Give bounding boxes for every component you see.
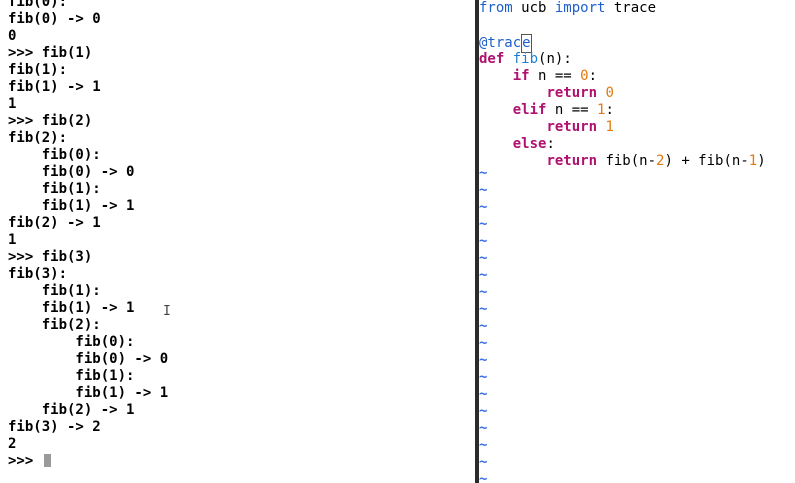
editor-line-return-0: return 0: [546, 85, 614, 101]
empty-line-tilde: ~: [479, 352, 488, 368]
empty-line-tilde: ~: [479, 471, 488, 483]
terminal-input-line: >>> fib(1): [8, 45, 93, 61]
terminal-output-line: fib(1):: [8, 62, 68, 78]
empty-line-tilde: ~: [479, 165, 488, 181]
empty-line-tilde: ~: [479, 335, 488, 351]
terminal-output-line: fib(0) -> 0: [8, 11, 101, 27]
editor-line-return-recursive: return fib(n-2) + fib(n-1): [546, 153, 766, 169]
terminal-output-line: fib(1):: [8, 181, 101, 197]
terminal-output-line: 0: [8, 28, 17, 44]
terminal-output-line: fib(0):: [8, 0, 68, 10]
terminal-output-line: fib(1) -> 1: [8, 300, 135, 316]
terminal-output-line: fib(2):: [8, 130, 68, 146]
empty-line-tilde: ~: [479, 420, 488, 436]
empty-line-tilde: ~: [479, 454, 488, 470]
terminal-input-line: >>> fib(3): [8, 249, 93, 265]
terminal-output-line: fib(0) -> 0: [8, 351, 169, 367]
empty-line-tilde: ~: [479, 216, 488, 232]
empty-line-tilde: ~: [479, 284, 488, 300]
empty-line-tilde: ~: [479, 437, 488, 453]
empty-line-tilde: ~: [479, 369, 488, 385]
editor-line-import: from ucb import trace: [479, 0, 657, 16]
terminal-output-line: fib(0) -> 0: [8, 164, 135, 180]
empty-line-tilde: ~: [479, 403, 488, 419]
terminal-output-line: fib(3):: [8, 266, 68, 282]
terminal-output-line: fib(1):: [8, 283, 101, 299]
terminal-output-line: fib(2) -> 1: [8, 402, 135, 418]
terminal-cursor: [43, 454, 51, 467]
editor-line-elif: elif n == 1:: [512, 102, 614, 118]
terminal-output-line: fib(3) -> 2: [8, 419, 101, 435]
editor-line-if: if n == 0:: [512, 68, 598, 84]
terminal-output-line: 1: [8, 232, 17, 248]
terminal-output-line: fib(1) -> 1: [8, 198, 135, 214]
empty-line-tilde: ~: [479, 318, 488, 334]
empty-line-tilde: ~: [479, 182, 488, 198]
empty-line-tilde: ~: [479, 233, 488, 249]
terminal-output-line: fib(1):: [8, 368, 135, 384]
editor-line-return-1: return 1: [546, 119, 614, 135]
empty-line-tilde: ~: [479, 386, 488, 402]
empty-line-tilde: ~: [479, 267, 488, 283]
prompt-text: >>>: [8, 453, 42, 469]
terminal-input-line: >>> fib(2): [8, 113, 93, 129]
empty-line-tilde: ~: [479, 199, 488, 215]
editor-line-decorator: @trace: [479, 34, 532, 53]
terminal-output-line: fib(1) -> 1: [8, 385, 169, 401]
text-cursor-icon: I: [163, 304, 171, 319]
terminal-prompt[interactable]: >>>: [8, 453, 51, 470]
terminal-output-line: 1: [8, 96, 17, 112]
terminal-output-line: fib(2) -> 1: [8, 215, 101, 231]
terminal-output-line: fib(0):: [8, 147, 101, 163]
editor-pane[interactable]: from ucb import trace @trace def fib(n):…: [479, 0, 795, 483]
editor-line-def: def fib(n):: [479, 51, 572, 67]
terminal-output-line: fib(0):: [8, 334, 135, 350]
editor-line-else: else:: [512, 136, 555, 152]
empty-line-tilde: ~: [479, 301, 488, 317]
terminal-output-line: fib(1) -> 1: [8, 79, 101, 95]
terminal-pane[interactable]: fib(0): fib(0) -> 0 0 >>> fib(1) fib(1): fib(…: [0, 0, 475, 483]
empty-line-tilde: ~: [479, 250, 488, 266]
terminal-output-line: 2: [8, 436, 17, 452]
terminal-output-line: fib(2):: [8, 317, 101, 333]
